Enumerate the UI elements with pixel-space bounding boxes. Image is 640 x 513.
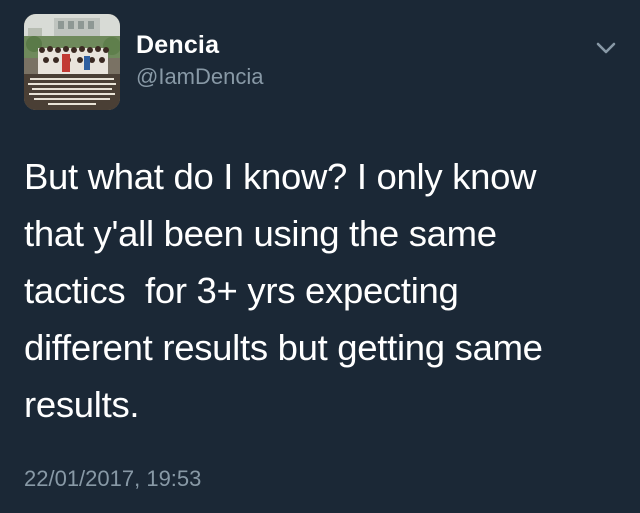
author-handle[interactable]: @IamDencia: [136, 63, 264, 91]
author-avatar[interactable]: [24, 14, 120, 110]
avatar-photo-icon: [24, 14, 120, 110]
author-info[interactable]: Dencia @IamDencia: [136, 30, 264, 91]
tweet-timestamp[interactable]: 22/01/2017, 19:53: [24, 465, 201, 493]
tweet-text: But what do I know? I only know that y'a…: [24, 156, 543, 425]
tweet-card: Dencia @IamDencia But what do I know? I …: [0, 0, 640, 513]
author-display-name[interactable]: Dencia: [136, 30, 264, 60]
chevron-down-icon[interactable]: [592, 36, 620, 60]
